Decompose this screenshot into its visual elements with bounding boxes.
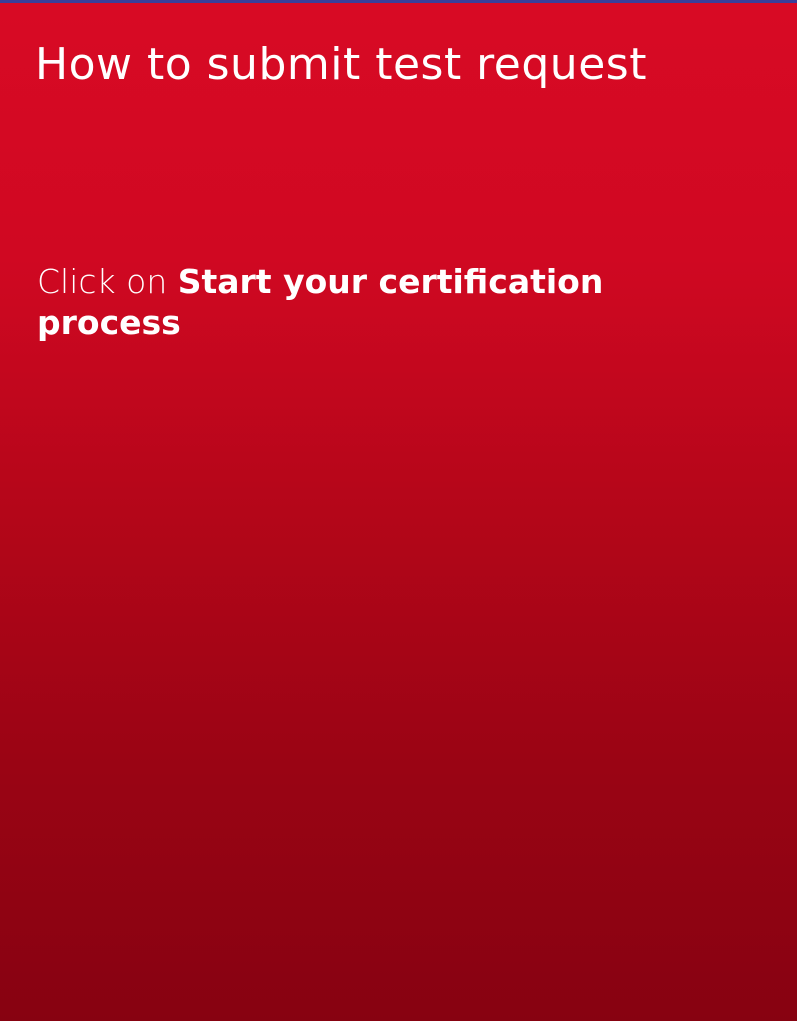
- tutorial-panel: How to submit test request Click on Star…: [0, 0, 797, 1021]
- page-title: How to submit test request: [35, 39, 647, 90]
- instruction-prefix: Click on: [37, 262, 178, 301]
- instruction-text: Click on Start your certification proces…: [37, 261, 727, 343]
